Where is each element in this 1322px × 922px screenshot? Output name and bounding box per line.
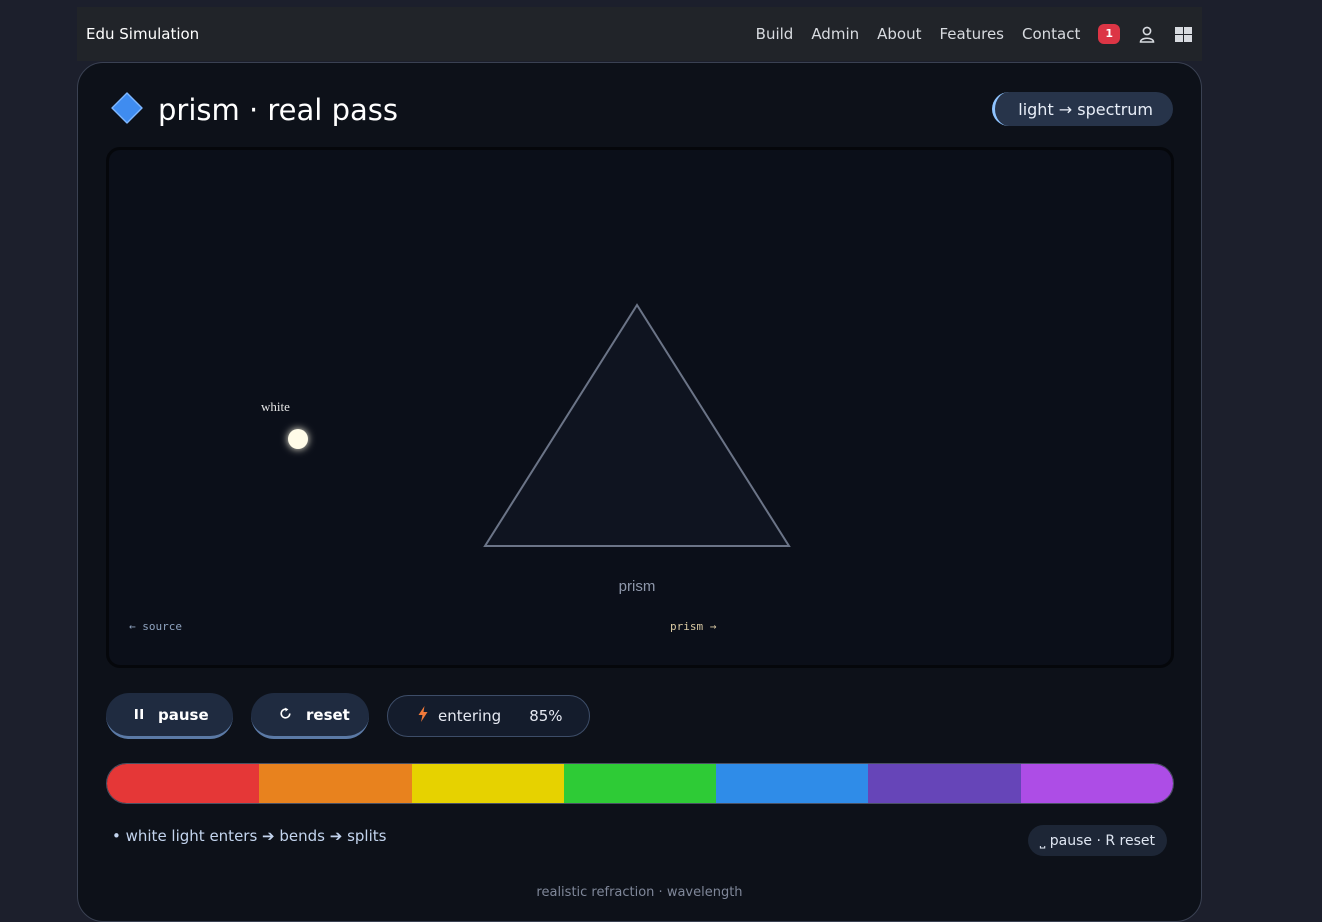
pause-button[interactable]: pause: [106, 693, 233, 739]
spectrum-segment: [107, 764, 260, 803]
spectrum-segment: [411, 764, 564, 803]
nav-link-about[interactable]: About: [877, 25, 921, 43]
spectrum-segment: [1020, 764, 1173, 803]
nav-link-features[interactable]: Features: [939, 25, 1004, 43]
lightning-icon: [418, 706, 428, 726]
status-pill: entering 85%: [387, 695, 590, 737]
footer-text: realistic refraction · wavelength: [536, 885, 743, 900]
reset-icon: [279, 706, 292, 724]
spectrum-segment: [563, 764, 717, 803]
windows-icon[interactable]: [1174, 25, 1192, 43]
prism-label: prism: [619, 578, 656, 595]
simulation-stage[interactable]: white prism ← source prism →: [106, 147, 1174, 668]
mode-tag: light → spectrum: [992, 92, 1173, 126]
nav-links: Build Admin About Features Contact 1: [756, 24, 1192, 44]
page-title: prism · real pass: [158, 93, 398, 127]
user-icon[interactable]: [1138, 25, 1156, 43]
source-hint: ← source: [129, 620, 182, 633]
spectrum-segment: [868, 764, 1021, 803]
brand-name[interactable]: Edu Simulation: [86, 25, 199, 43]
pause-icon: [134, 706, 144, 724]
stage-canvas: white prism ← source prism →: [129, 303, 791, 633]
title-row: prism · real pass: [110, 91, 398, 129]
process-caption: • white light enters ➔ bends ➔ splits: [112, 827, 387, 845]
spectrum-segment: [259, 764, 412, 803]
top-navbar: Edu Simulation Build Admin About Feature…: [77, 7, 1202, 61]
pause-label: pause: [158, 705, 209, 724]
status-label: entering: [438, 707, 502, 725]
beam-label: white: [261, 399, 290, 414]
light-source-dot[interactable]: [288, 429, 308, 449]
reset-label: reset: [306, 705, 350, 724]
prism-triangle: [483, 303, 791, 547]
status-percent: 85%: [529, 707, 563, 725]
prism-hint: prism →: [670, 620, 717, 633]
nav-link-contact[interactable]: Contact: [1022, 25, 1080, 43]
nav-link-admin[interactable]: Admin: [811, 25, 859, 43]
notification-badge[interactable]: 1: [1098, 24, 1120, 44]
reset-button[interactable]: reset: [251, 693, 369, 739]
simulation-card: prism · real pass light → spectrum white…: [77, 62, 1202, 922]
nav-link-build[interactable]: Build: [756, 25, 794, 43]
keyboard-hint: ⎵ pause · R reset: [1027, 825, 1167, 856]
blue-diamond-icon: [110, 91, 144, 129]
spectrum-segment: [716, 764, 869, 803]
controls-row: pause reset entering 85%: [106, 693, 590, 739]
spectrum-bar: [106, 763, 1174, 804]
